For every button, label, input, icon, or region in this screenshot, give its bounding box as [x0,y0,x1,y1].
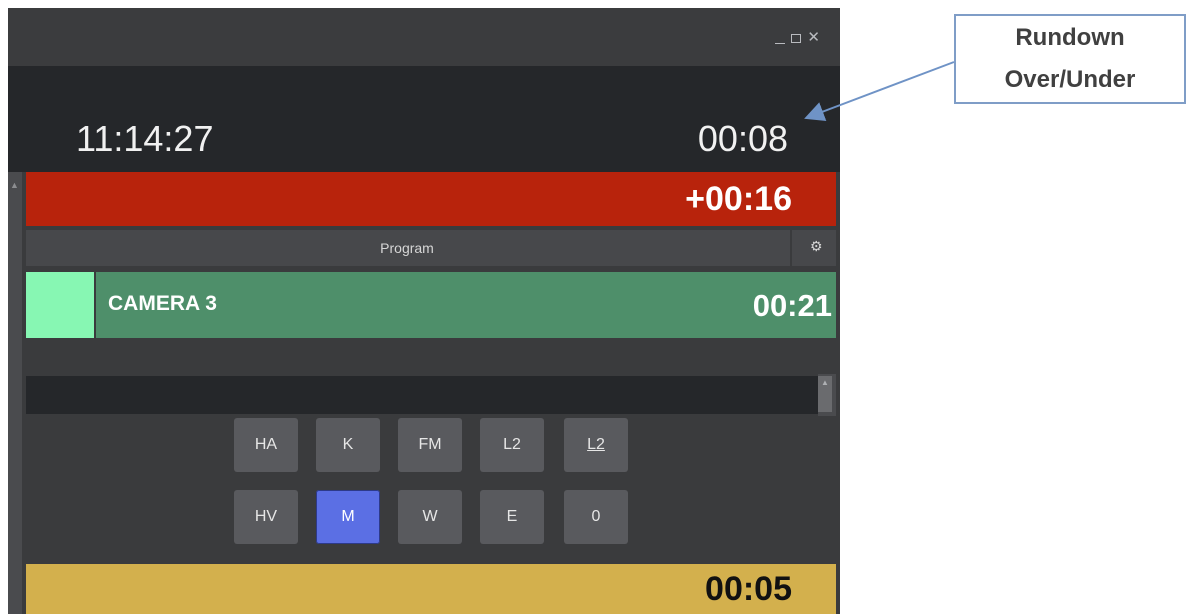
callout-line-2: Over/Under [1004,66,1136,93]
callout-box: Rundown Over/Under [954,14,1186,104]
callout-line-1: Rundown [1015,24,1125,51]
